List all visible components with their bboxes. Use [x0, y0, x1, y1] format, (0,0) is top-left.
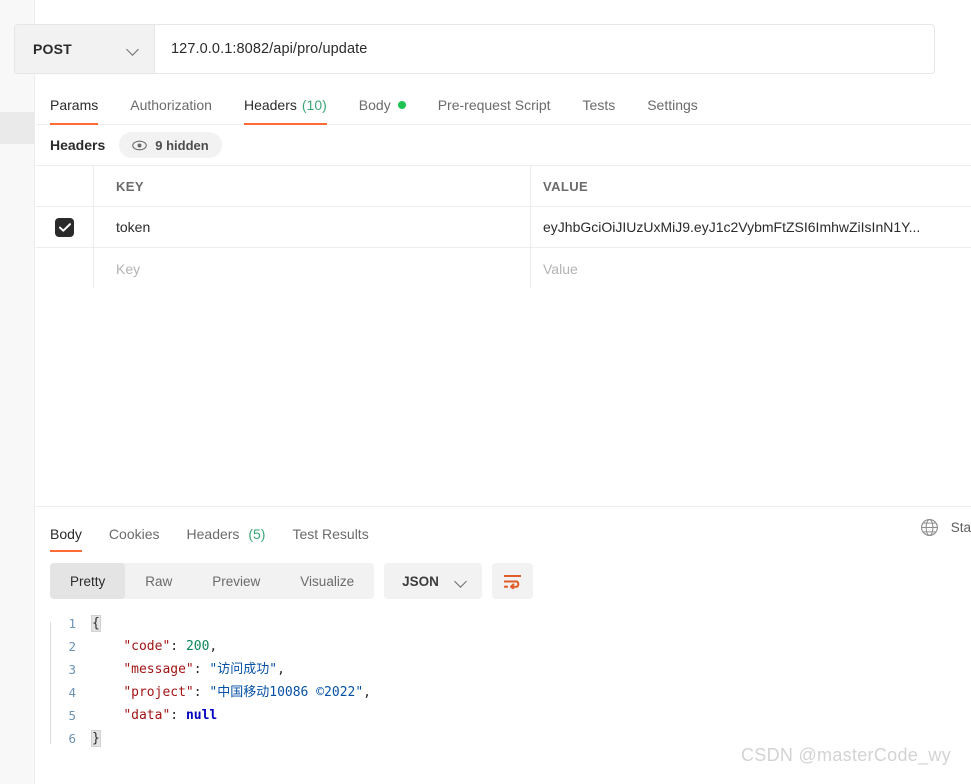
- new-header-key-input[interactable]: Key: [94, 248, 531, 289]
- response-tab-test-results-label: Test Results: [292, 526, 369, 542]
- wrap-lines-button[interactable]: [491, 563, 533, 599]
- table-row[interactable]: token eyJhbGciOiJIUzUxMiJ9.eyJ1c2VybmFtZ…: [36, 207, 971, 248]
- header-value-input[interactable]: eyJhbGciOiJIUzUxMiJ9.eyJ1c2VybmFtZSI6Imh…: [531, 207, 971, 247]
- line-number: 6: [68, 731, 76, 746]
- code-line: 4 "project": "中国移动10086 ©2022",: [50, 681, 950, 704]
- http-method-dropdown[interactable]: POST: [15, 25, 155, 73]
- headers-subheader: Headers 9 hidden: [36, 126, 971, 164]
- tab-pre-request-script-label: Pre-request Script: [437, 97, 551, 113]
- globe-icon[interactable]: [920, 518, 939, 537]
- tab-body-label: Body: [358, 97, 391, 113]
- tab-authorization[interactable]: Authorization: [130, 97, 212, 124]
- url-input[interactable]: 127.0.0.1:8082/api/pro/update: [155, 25, 934, 73]
- view-mode-segmented-control: Pretty Raw Preview Visualize: [50, 563, 375, 599]
- view-mode-raw[interactable]: Raw: [125, 563, 192, 599]
- tab-body[interactable]: Body: [359, 97, 406, 124]
- response-format-dropdown[interactable]: JSON: [384, 563, 482, 599]
- tab-pre-request-script[interactable]: Pre-request Script: [438, 97, 551, 124]
- headers-table-empty-area: [36, 288, 971, 507]
- new-header-value-input[interactable]: Value: [531, 248, 971, 289]
- hidden-headers-count: 9 hidden: [155, 137, 209, 153]
- response-tab-headers-count: (5): [248, 526, 266, 542]
- table-row[interactable]: Key Value: [36, 248, 971, 289]
- code-line-text: {: [91, 615, 101, 632]
- tab-params-label: Params: [50, 97, 99, 113]
- response-tab-headers[interactable]: Headers (5): [187, 526, 266, 552]
- tab-settings-label: Settings: [647, 97, 698, 113]
- tab-headers-label: Headers: [243, 97, 297, 113]
- code-line-text: "message": "访问成功",: [123, 662, 285, 677]
- code-line: 3 "message": "访问成功",: [50, 658, 950, 681]
- chevron-down-icon: [127, 43, 140, 56]
- watermark: CSDN @masterCode_wy: [740, 745, 951, 765]
- request-tabs: Params Authorization Headers (10) Body P…: [36, 84, 971, 125]
- response-body-toolbar: Pretty Raw Preview Visualize JSON: [50, 563, 533, 599]
- postman-window: POST 127.0.0.1:8082/api/pro/update Param…: [0, 0, 971, 784]
- tab-settings[interactable]: Settings: [647, 97, 698, 124]
- code-line-text: "project": "中国移动10086 ©2022",: [123, 685, 371, 700]
- view-mode-pretty[interactable]: Pretty: [50, 563, 126, 599]
- column-header-key: KEY: [94, 166, 531, 206]
- response-tab-headers-label: Headers: [186, 526, 240, 542]
- code-line-text: "data": null: [123, 708, 218, 723]
- response-tab-body[interactable]: Body: [50, 526, 82, 552]
- tab-params[interactable]: Params: [50, 97, 99, 125]
- header-key-input[interactable]: token: [94, 207, 531, 247]
- chevron-down-icon: [455, 575, 468, 588]
- response-tab-cookies[interactable]: Cookies: [109, 526, 160, 552]
- response-tabs: Body Cookies Headers (5) Test Results: [36, 512, 971, 552]
- code-line-text: }: [91, 730, 101, 747]
- response-status-text: Sta: [950, 520, 971, 535]
- checkbox-checked-icon[interactable]: [55, 217, 74, 237]
- code-line: 2 "code": 200,: [50, 635, 950, 658]
- header-cell-checkbox: [36, 166, 94, 206]
- response-format-label: JSON: [402, 573, 439, 589]
- left-sidebar-rail: [0, 0, 35, 784]
- http-method-label: POST: [33, 41, 72, 57]
- line-number: 3: [68, 662, 76, 677]
- headers-table: KEY VALUE token eyJhbGciOiJIUzUxMiJ9.eyJ…: [36, 165, 971, 290]
- request-url-bar: POST 127.0.0.1:8082/api/pro/update: [14, 24, 935, 74]
- line-number: 2: [68, 639, 76, 654]
- row-checkbox-cell[interactable]: [36, 207, 94, 247]
- body-modified-dot-icon: [397, 101, 406, 109]
- tab-authorization-label: Authorization: [130, 97, 212, 113]
- row-checkbox-cell[interactable]: [36, 248, 94, 289]
- response-tab-body-label: Body: [50, 526, 82, 542]
- tab-tests-label: Tests: [582, 97, 616, 113]
- response-body-code[interactable]: 1{2 "code": 200, 3 "message": "访问成功", 4 "p…: [50, 612, 950, 750]
- response-tab-cookies-label: Cookies: [108, 526, 160, 542]
- view-mode-preview[interactable]: Preview: [192, 563, 280, 599]
- tab-headers-count: (10): [301, 97, 327, 113]
- tab-headers[interactable]: Headers (10): [243, 97, 327, 125]
- line-number: 4: [68, 685, 76, 700]
- eye-icon: [132, 140, 148, 150]
- column-header-value: VALUE: [543, 178, 589, 194]
- code-line: 1{: [50, 612, 950, 635]
- tab-tests[interactable]: Tests: [583, 97, 616, 124]
- code-line: 5 "data": null: [50, 704, 950, 727]
- view-mode-visualize[interactable]: Visualize: [280, 563, 374, 599]
- code-line-text: "code": 200,: [123, 639, 218, 654]
- response-status-area: Sta: [920, 518, 971, 537]
- line-number: 5: [68, 708, 76, 723]
- line-number: 1: [68, 616, 76, 631]
- sidebar-selected-item[interactable]: [0, 112, 35, 144]
- word-wrap-icon: [503, 575, 521, 589]
- headers-section-title: Headers: [50, 137, 106, 153]
- hidden-headers-toggle[interactable]: 9 hidden: [119, 132, 222, 158]
- table-header-row: KEY VALUE: [36, 166, 971, 207]
- response-tab-test-results[interactable]: Test Results: [292, 526, 368, 552]
